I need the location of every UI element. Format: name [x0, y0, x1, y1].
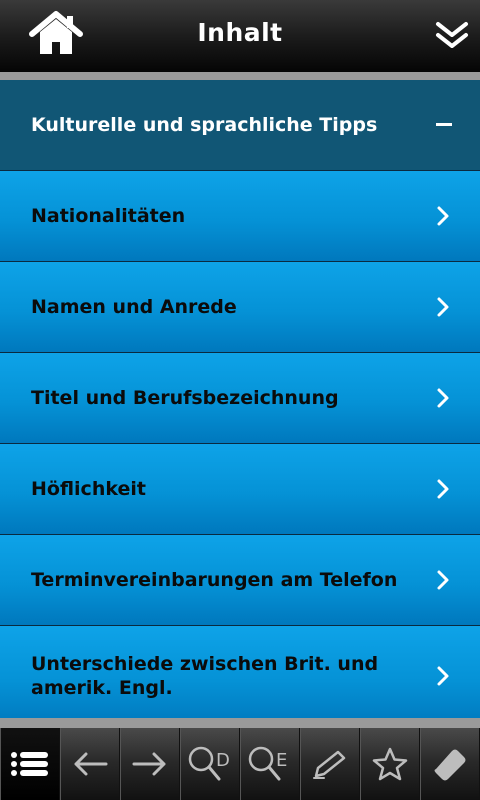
- search-e-icon: E: [248, 746, 287, 781]
- back-button[interactable]: [60, 728, 120, 800]
- double-chevron-down-icon: [436, 22, 468, 48]
- search-english-button[interactable]: E: [240, 728, 300, 800]
- chevron-right-icon: [437, 666, 449, 686]
- list-item-label: Namen und Anrede: [31, 296, 237, 318]
- edit-button[interactable]: [300, 728, 360, 800]
- list-item-namen-und-anrede[interactable]: Namen und Anrede: [0, 262, 480, 353]
- pencil-icon: [313, 750, 346, 779]
- contents-list-button[interactable]: [0, 728, 60, 800]
- arrow-left-icon: [74, 752, 108, 776]
- list-item-terminvereinbarungen[interactable]: Terminvereinbarungen am Telefon: [0, 535, 480, 626]
- star-icon: [372, 747, 408, 781]
- favorite-button[interactable]: [360, 728, 420, 800]
- section-header-label: Kulturelle und sprachliche Tipps: [31, 114, 378, 136]
- list-item-nationalitaeten[interactable]: Nationalitäten: [0, 171, 480, 262]
- list-item-label: Terminvereinbarungen am Telefon: [31, 569, 398, 591]
- svg-text:E: E: [276, 750, 287, 771]
- chevron-right-icon: [437, 570, 449, 590]
- list-item-titel[interactable]: Titel und Berufsbezeichnung: [0, 353, 480, 444]
- contents-list: Kulturelle und sprachliche Tipps Nationa…: [0, 80, 480, 718]
- chevron-right-icon: [437, 388, 449, 408]
- minus-icon: [436, 123, 452, 126]
- collapse-all-button[interactable]: [434, 18, 470, 52]
- section-header[interactable]: Kulturelle und sprachliche Tipps: [0, 80, 480, 171]
- svg-text:D: D: [216, 750, 230, 771]
- list-icon: [11, 752, 48, 776]
- list-item-label: Titel und Berufsbezeichnung: [31, 387, 339, 409]
- top-bar: Inhalt: [0, 0, 480, 72]
- chevron-right-icon: [437, 297, 449, 317]
- chevron-right-icon: [437, 206, 449, 226]
- bottom-toolbar: D E: [0, 728, 480, 800]
- list-item-unterschiede[interactable]: Unterschiede zwischen Brit. und amerik. …: [0, 626, 480, 718]
- header-divider: [0, 72, 480, 80]
- arrow-right-icon: [132, 752, 166, 776]
- list-item-label: Nationalitäten: [31, 205, 186, 227]
- toolbar-divider: [0, 718, 480, 728]
- list-item-hoeflichkeit[interactable]: Höflichkeit: [0, 444, 480, 535]
- erase-button[interactable]: [420, 728, 480, 800]
- search-d-icon: D: [188, 746, 230, 781]
- list-item-label: Unterschiede zwischen Brit. und amerik. …: [31, 653, 379, 699]
- search-german-button[interactable]: D: [180, 728, 240, 800]
- eraser-icon: [434, 749, 466, 781]
- list-item-label: Höflichkeit: [31, 478, 146, 500]
- forward-button[interactable]: [120, 728, 180, 800]
- page-title: Inhalt: [197, 18, 283, 47]
- chevron-right-icon: [437, 479, 449, 499]
